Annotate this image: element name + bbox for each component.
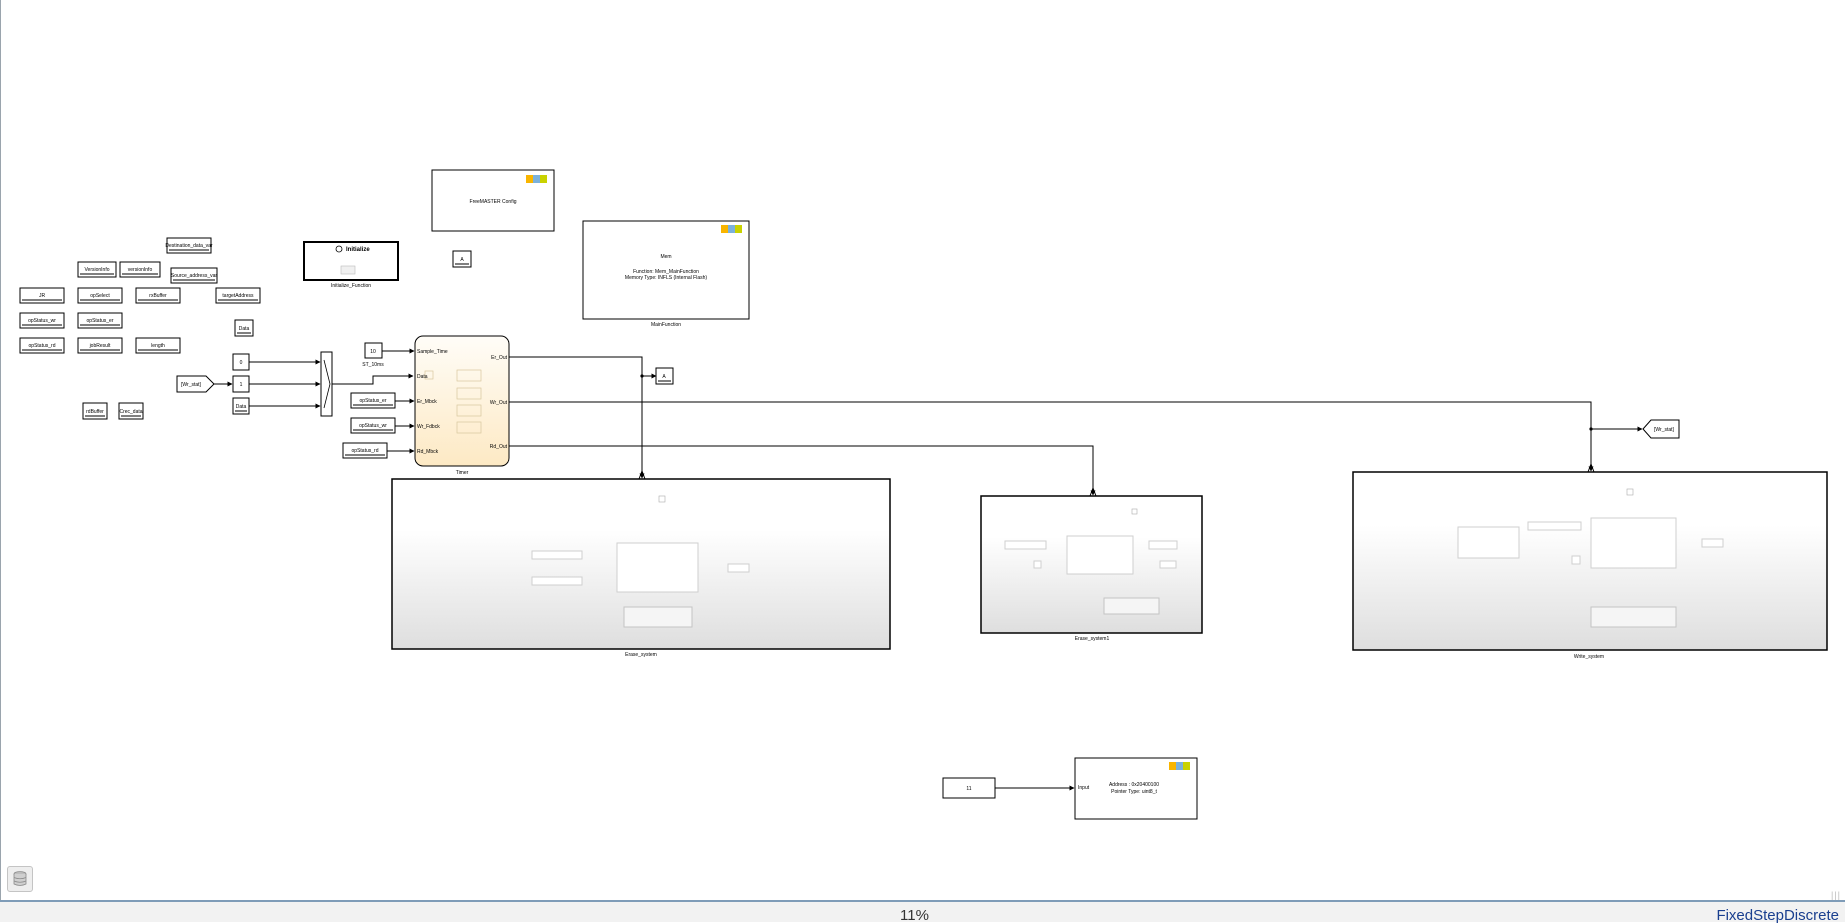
tag-label: rdBuffer	[86, 409, 104, 415]
tag-opstatus-wr[interactable]: opStatus_wr	[19, 312, 65, 329]
erase-system-block[interactable]	[391, 469, 891, 650]
constant-zero[interactable]: 0	[232, 353, 250, 371]
initialize-title: Initialize	[346, 247, 370, 253]
timer-out-er: Er_Out	[491, 355, 507, 361]
tag-label: VersionInfo	[84, 267, 109, 273]
freemaster-label: FreeMASTER Config	[470, 199, 517, 205]
pointer-write-block[interactable]: Input Address : 0x20400100 Pointer Type:…	[1074, 757, 1198, 820]
tag-rdbuffer[interactable]: rdBuffer	[82, 402, 108, 420]
timer-in-er: Er_Mbck	[417, 399, 437, 405]
tag-destination-data-var[interactable]: Destination_data_var	[165, 237, 213, 254]
tag-label: Crec_data	[119, 409, 142, 415]
wr-stat-goto-label: [Wr_stat]	[1654, 427, 1675, 433]
tag-targetaddress[interactable]: targetAddress	[215, 287, 261, 304]
tag-jobresult[interactable]: jobResult	[77, 337, 123, 354]
status-bar: ||| 11% FixedStepDiscrete	[0, 890, 1845, 924]
tag-label: length	[151, 343, 165, 349]
data-tag-top[interactable]: Data	[234, 319, 254, 337]
constant-value: 11	[966, 786, 971, 792]
tag-label: opStatus_wr	[28, 318, 56, 324]
tag-label: targetAddress	[222, 293, 254, 299]
tag-opstatus-er[interactable]: opStatus_er	[77, 312, 123, 329]
tag-label: opStatus_rd	[29, 343, 56, 349]
pointer-input-port: Input	[1078, 785, 1090, 791]
write-system-block[interactable]	[1352, 462, 1828, 651]
mem-caption: MainFunction	[651, 322, 681, 328]
timer-out-rd: Rd_Out	[490, 444, 508, 450]
multiport-switch-block[interactable]	[320, 351, 333, 417]
model-data-editor-button[interactable]	[7, 866, 33, 892]
wr-stat-from-label: [Wr_stat]	[181, 382, 202, 388]
constant-one[interactable]: 1	[232, 375, 250, 393]
constant-value: 1	[240, 382, 243, 388]
signal-wr-out[interactable]	[509, 401, 1594, 472]
tag-source-address-var[interactable]: Source_address_var	[170, 267, 218, 284]
from-opstatus-wr-timer[interactable]: opStatus_wr	[350, 417, 396, 434]
goto-a-block[interactable]: A	[452, 250, 472, 268]
tag-label: opStatus_rd	[352, 448, 379, 454]
tag-label: Destination_data_var	[165, 243, 213, 249]
timer-caption: Timer	[456, 470, 469, 476]
nxp-logo-icon	[721, 225, 742, 233]
zoom-level[interactable]: 11%	[900, 907, 929, 924]
tag-rxbuffer[interactable]: rxBuffer	[135, 287, 181, 304]
constant-value: 10	[370, 349, 376, 355]
data-tag-label: Data	[239, 326, 250, 332]
data-tag-label: Data	[236, 404, 247, 410]
erase-system-caption: Erase_system	[625, 652, 657, 658]
data-tag-bottom[interactable]: Data	[232, 397, 250, 415]
tag-label: opSelect	[90, 293, 110, 299]
block-diagram[interactable]: Destination_data_var VersionInfo version…	[1, 0, 1845, 900]
tag-jr[interactable]: JR	[19, 287, 65, 304]
erase-system1-block[interactable]	[980, 486, 1203, 634]
erase-system1-caption: Erase_system1	[1075, 636, 1110, 642]
tag-label: opStatus_wr	[359, 423, 387, 429]
write-system-caption: Write_system	[1574, 654, 1604, 660]
tag-label: versionInfo	[128, 267, 153, 273]
tag-label: rxBuffer	[149, 293, 167, 299]
tag-label: opStatus_er	[360, 398, 387, 404]
pointer-address: Address : 0x20400100	[1109, 782, 1159, 788]
timer-in-wr: Wr_Fdbck	[417, 424, 440, 430]
model-canvas[interactable]: Destination_data_var VersionInfo version…	[0, 0, 1845, 900]
freemaster-config-block[interactable]: FreeMASTER Config	[431, 169, 555, 232]
from-a-block[interactable]: A	[655, 367, 674, 385]
constant-11[interactable]: 11	[942, 777, 996, 799]
tag-versioninfo-left[interactable]: VersionInfo	[77, 261, 117, 278]
tag-crec-data[interactable]: Crec_data	[118, 402, 144, 420]
nxp-logo-icon	[526, 175, 547, 183]
tag-label: opStatus_er	[87, 318, 114, 324]
tag-label: JR	[39, 293, 46, 299]
database-icon	[13, 871, 27, 886]
tag-length[interactable]: length	[135, 337, 181, 354]
constant-value: 0	[240, 360, 243, 366]
pointer-type: Pointer Type: uint8_t	[1111, 789, 1157, 795]
mem-memory-type: Memory Type: INFLS (Internal Flash)	[625, 275, 707, 281]
timer-chart-block[interactable]: Sample_Time Data Er_Mbck Wr_Fdbck Rd_Mbc…	[414, 335, 510, 467]
tag-versioninfo-right[interactable]: versionInfo	[119, 261, 161, 278]
solver-name[interactable]: FixedStepDiscrete	[1716, 907, 1839, 924]
mem-mainfunction-block[interactable]: Mem Function: Mem_MainFunction Memory Ty…	[582, 220, 750, 320]
tag-opselect[interactable]: opSelect	[77, 287, 123, 304]
signal-er-out[interactable]	[509, 356, 645, 479]
sample-time-constant[interactable]: 10	[364, 342, 383, 359]
resize-grip-icon[interactable]: |||	[1831, 890, 1841, 900]
timer-in-sample-time: Sample_Time	[417, 349, 448, 355]
wr-stat-goto-block[interactable]: [Wr_stat]	[1642, 419, 1680, 439]
nxp-logo-icon	[1169, 762, 1190, 770]
timer-out-wr: Wr_Out	[490, 400, 508, 406]
initialize-function-block[interactable]: Initialize	[303, 241, 399, 281]
initialize-caption: Initialize_Function	[331, 283, 371, 289]
timer-in-rd: Rd_Mbck	[417, 449, 439, 455]
wr-stat-from-block[interactable]: [Wr_stat]	[176, 375, 215, 393]
tag-opstatus-rd[interactable]: opStatus_rd	[19, 337, 65, 354]
mem-title: Mem	[660, 254, 671, 260]
tag-label: Source_address_var	[171, 273, 217, 279]
from-opstatus-rd-timer[interactable]: opStatus_rd	[342, 442, 388, 459]
sample-time-caption: ST_10ms	[362, 362, 384, 368]
tag-label: jobResult	[89, 343, 111, 349]
timer-in-data: Data	[417, 374, 428, 380]
from-opstatus-er-timer[interactable]: opStatus_er	[350, 392, 396, 409]
